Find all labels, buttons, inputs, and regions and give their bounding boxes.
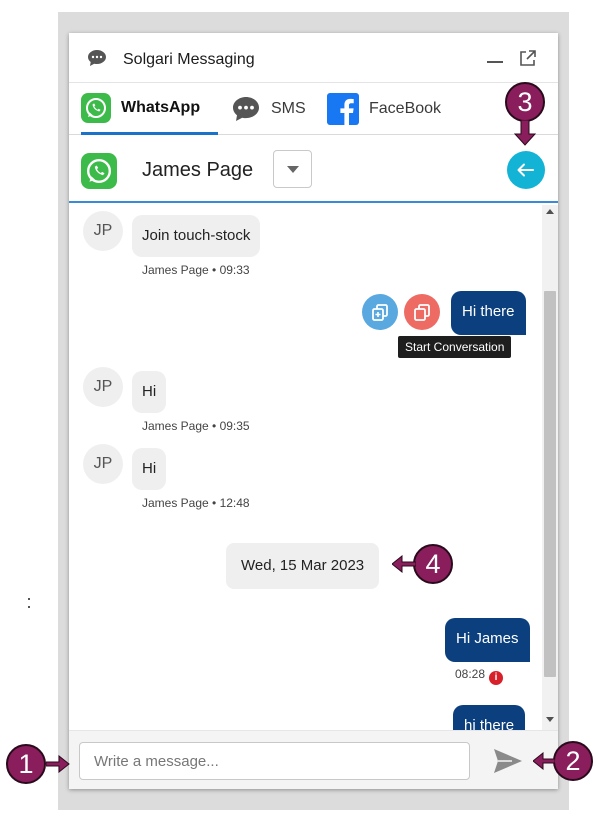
minimize-button[interactable] <box>487 61 503 63</box>
messaging-panel: Solgari Messaging WhatsApp SMS FaceBook … <box>69 33 558 789</box>
tooltip: Start Conversation <box>398 336 512 358</box>
scrollbar-thumb[interactable] <box>544 291 556 677</box>
app-title: Solgari Messaging <box>123 51 255 68</box>
tab-sms-label: SMS <box>271 100 306 117</box>
incoming-message: Hi <box>132 371 167 413</box>
facebook-icon <box>327 93 359 125</box>
start-conversation-button[interactable] <box>404 294 440 330</box>
callout-arrow-left-icon <box>533 752 555 770</box>
whatsapp-icon <box>81 153 117 189</box>
send-icon[interactable] <box>493 748 523 774</box>
callout-1: 1 <box>6 744 46 784</box>
chat-bubble-icon <box>88 50 106 66</box>
arrow-left-icon <box>517 163 534 177</box>
back-button[interactable] <box>507 151 545 189</box>
outgoing-message: Hi there <box>451 291 526 335</box>
message-meta: James Page • 12:48 <box>142 496 250 510</box>
tab-whatsapp[interactable]: WhatsApp <box>81 83 218 135</box>
channel-tabs: WhatsApp SMS FaceBook <box>69 83 558 135</box>
avatar: JP <box>83 211 123 251</box>
message-time: 08:28 <box>455 667 486 681</box>
message-meta: James Page • 09:35 <box>142 419 250 433</box>
popout-icon[interactable] <box>519 49 537 67</box>
tab-sms[interactable]: SMS <box>231 83 331 135</box>
message-meta: 08:28 i <box>455 667 504 685</box>
sms-bubble-icon <box>233 97 259 121</box>
callout-2: 2 <box>553 741 593 781</box>
stray-mark <box>28 598 30 600</box>
incoming-message: Join touch-stock <box>132 215 261 257</box>
scrollbar[interactable] <box>542 205 558 730</box>
contact-header: James Page <box>69 135 558 203</box>
error-icon[interactable]: i <box>489 671 504 685</box>
tab-facebook[interactable]: FaceBook <box>327 83 457 135</box>
stray-mark <box>28 606 30 608</box>
tab-facebook-label: FaceBook <box>369 100 442 117</box>
new-conversation-button[interactable] <box>362 294 398 330</box>
copy-icon <box>414 304 430 321</box>
contact-name: James Page <box>142 159 254 181</box>
scroll-up-icon[interactable] <box>546 209 554 214</box>
avatar: JP <box>83 367 123 407</box>
outgoing-message: hi there <box>453 705 526 730</box>
whatsapp-icon <box>81 92 111 123</box>
avatar: JP <box>83 444 123 484</box>
scroll-down-icon[interactable] <box>546 717 554 722</box>
message-list[interactable]: JP Join touch-stock James Page • 09:33 H… <box>69 205 558 730</box>
date-divider: Wed, 15 Mar 2023 <box>226 543 380 589</box>
message-meta: James Page • 09:33 <box>142 263 250 277</box>
incoming-message: Hi <box>132 448 167 490</box>
callout-3: 3 <box>505 82 545 122</box>
message-input[interactable] <box>79 742 470 780</box>
composer <box>69 730 558 789</box>
callout-arrow-right-icon <box>46 755 70 773</box>
tab-whatsapp-label: WhatsApp <box>121 98 201 116</box>
callout-4: 4 <box>413 544 453 584</box>
outgoing-message: Hi James <box>445 618 530 662</box>
app-header: Solgari Messaging <box>69 33 558 83</box>
contact-dropdown-button[interactable] <box>273 150 312 188</box>
copy-plus-icon <box>372 304 388 321</box>
callout-arrow-left-icon <box>392 555 416 573</box>
callout-arrow-down-icon <box>514 120 536 146</box>
chevron-down-icon <box>287 166 299 173</box>
